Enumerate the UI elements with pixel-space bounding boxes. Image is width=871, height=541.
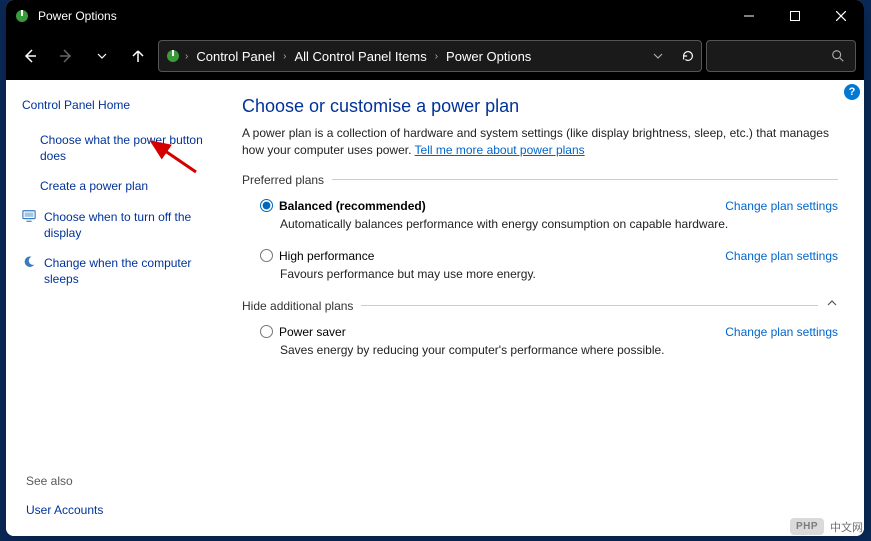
see-also-user-accounts[interactable]: User Accounts bbox=[26, 502, 103, 518]
sidebar-item-label: Change when the computer sleeps bbox=[44, 255, 206, 287]
section-label: Preferred plans bbox=[242, 173, 324, 187]
up-button[interactable] bbox=[122, 40, 154, 72]
window-frame: Power Options › Control Panel › All Cont… bbox=[6, 0, 864, 536]
address-icon bbox=[165, 48, 181, 64]
section-label: Hide additional plans bbox=[242, 299, 353, 313]
radio-input[interactable] bbox=[260, 325, 273, 338]
main-panel: Choose or customise a power plan A power… bbox=[216, 80, 864, 536]
title-bar: Power Options bbox=[6, 0, 864, 32]
additional-plans-heading[interactable]: Hide additional plans bbox=[242, 299, 838, 313]
plan-description: Favours performance but may use more ene… bbox=[260, 267, 838, 281]
sidebar-item-label: Choose when to turn off the display bbox=[44, 209, 206, 241]
plan-radio-high-performance[interactable]: High performance bbox=[260, 249, 374, 263]
window-controls bbox=[726, 0, 864, 32]
nav-bar: › Control Panel › All Control Panel Item… bbox=[6, 32, 864, 80]
radio-input[interactable] bbox=[260, 199, 273, 212]
forward-button[interactable] bbox=[50, 40, 82, 72]
app-icon bbox=[14, 8, 30, 24]
radio-input[interactable] bbox=[260, 249, 273, 262]
sidebar-link-display-off[interactable]: Choose when to turn off the display bbox=[22, 209, 206, 241]
plan-radio-balanced[interactable]: Balanced (recommended) bbox=[260, 199, 426, 213]
change-plan-settings-link[interactable]: Change plan settings bbox=[725, 249, 838, 263]
page-heading: Choose or customise a power plan bbox=[242, 96, 838, 117]
sidebar-item-label: User Accounts bbox=[26, 502, 103, 518]
plan-radio-power-saver[interactable]: Power saver bbox=[260, 325, 346, 339]
search-input[interactable] bbox=[706, 40, 856, 72]
plan-description: Saves energy by reducing your computer's… bbox=[260, 343, 838, 357]
close-button[interactable] bbox=[818, 0, 864, 32]
search-icon bbox=[831, 49, 845, 63]
preferred-plans-heading: Preferred plans bbox=[242, 173, 838, 187]
chevron-right-icon: › bbox=[433, 51, 440, 62]
back-button[interactable] bbox=[14, 40, 46, 72]
change-plan-settings-link[interactable]: Change plan settings bbox=[725, 199, 838, 213]
minimize-button[interactable] bbox=[726, 0, 772, 32]
breadcrumb-segment[interactable]: Power Options bbox=[442, 49, 535, 64]
plan-high-performance: High performance Change plan settings Fa… bbox=[242, 249, 838, 299]
chevron-right-icon: › bbox=[183, 51, 190, 62]
address-dropdown-button[interactable] bbox=[653, 51, 663, 61]
breadcrumb-segment[interactable]: Control Panel bbox=[192, 49, 279, 64]
sidebar-link-create-plan[interactable]: Create a power plan bbox=[22, 178, 206, 194]
tell-me-more-link[interactable]: Tell me more about power plans bbox=[415, 143, 585, 157]
maximize-button[interactable] bbox=[772, 0, 818, 32]
watermark-text: 中文网 bbox=[830, 519, 863, 535]
see-also-heading: See also bbox=[26, 474, 103, 488]
sidebar: Control Panel Home Choose what the power… bbox=[6, 80, 216, 536]
moon-icon bbox=[22, 255, 40, 269]
plan-power-saver: Power saver Change plan settings Saves e… bbox=[242, 325, 838, 375]
window-title: Power Options bbox=[38, 9, 726, 23]
breadcrumb-segment[interactable]: All Control Panel Items bbox=[290, 49, 430, 64]
page-description: A power plan is a collection of hardware… bbox=[242, 125, 838, 159]
refresh-button[interactable] bbox=[681, 49, 695, 63]
recent-locations-button[interactable] bbox=[86, 40, 118, 72]
collapse-icon[interactable] bbox=[818, 297, 838, 309]
plan-name: Balanced (recommended) bbox=[279, 199, 426, 213]
sidebar-item-label: Create a power plan bbox=[40, 178, 148, 194]
plan-name: High performance bbox=[279, 249, 374, 263]
plan-balanced: Balanced (recommended) Change plan setti… bbox=[242, 199, 838, 249]
control-panel-home-link[interactable]: Control Panel Home bbox=[22, 98, 206, 112]
monitor-icon bbox=[22, 209, 40, 223]
plan-name: Power saver bbox=[279, 325, 346, 339]
sidebar-link-sleep[interactable]: Change when the computer sleeps bbox=[22, 255, 206, 287]
sidebar-bottom: See also User Accounts bbox=[26, 474, 103, 518]
sidebar-link-power-button[interactable]: Choose what the power button does bbox=[22, 132, 206, 164]
watermark-logo: PHP bbox=[790, 518, 824, 535]
plan-description: Automatically balances performance with … bbox=[260, 217, 838, 231]
watermark: PHP 中文网 bbox=[790, 518, 863, 535]
address-bar[interactable]: › Control Panel › All Control Panel Item… bbox=[158, 40, 702, 72]
change-plan-settings-link[interactable]: Change plan settings bbox=[725, 325, 838, 339]
chevron-right-icon: › bbox=[281, 51, 288, 62]
sidebar-item-label: Choose what the power button does bbox=[40, 132, 206, 164]
content-area: ? Control Panel Home Choose what the pow… bbox=[6, 80, 864, 536]
